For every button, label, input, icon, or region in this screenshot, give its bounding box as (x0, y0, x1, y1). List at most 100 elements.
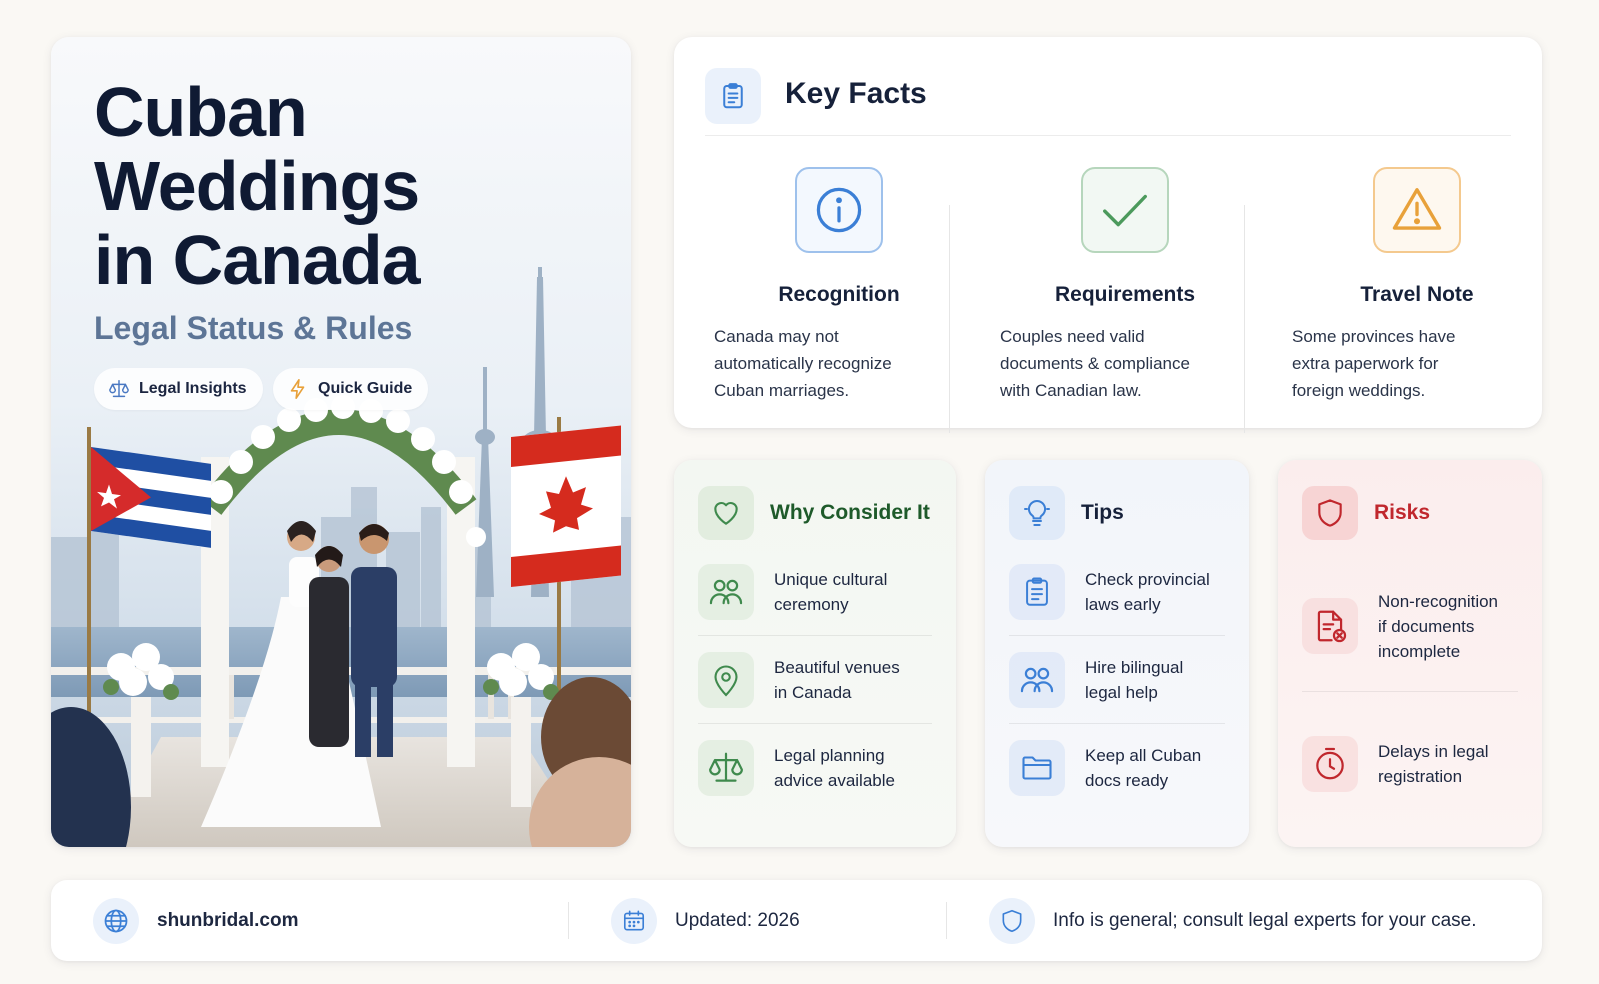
fact-name: Travel Note (1360, 283, 1474, 306)
list-item: Hire bilingual legal help (1009, 636, 1225, 724)
fact-desc-line: with Canadian law. (1000, 381, 1142, 400)
item-line: Legal planning (774, 746, 885, 765)
item-line: docs ready (1085, 771, 1169, 790)
list-item: Beautiful venues in Canada (698, 636, 932, 724)
item-line: laws early (1085, 595, 1161, 614)
item-line: ceremony (774, 595, 849, 614)
key-facts-card: Key Facts Recognition Canada may not aut… (674, 37, 1542, 433)
clipboard-icon (1009, 564, 1065, 620)
footer-bar: shunbridal.com Updated: 2026 Info is gen… (51, 880, 1542, 961)
divider (1302, 691, 1518, 692)
footer-disclaimer: Info is general; consult legal experts f… (989, 880, 1477, 961)
item-text: Non-recognition if documents incomplete (1378, 589, 1498, 664)
divider (1244, 205, 1245, 433)
warning-icon (1373, 167, 1461, 253)
fact-desc-line: automatically recognize (714, 354, 892, 373)
people-icon (698, 564, 754, 620)
fact-desc-line: documents & compliance (1000, 354, 1190, 373)
section-title: Risks (1374, 501, 1431, 524)
hero-card: Cuban Weddings in Canada Legal Status & … (51, 37, 631, 847)
info-icon (795, 167, 883, 253)
scales-icon (109, 380, 129, 398)
fact-description: Couples need valid documents & complianc… (990, 323, 1260, 404)
site-link[interactable]: shunbridal.com (157, 910, 298, 932)
list-item: Legal planning advice available (698, 724, 932, 812)
fact-travel-note: Travel Note Some provinces have extra pa… (1282, 167, 1552, 404)
item-line: advice available (774, 771, 895, 790)
item-text: Unique cultural ceremony (774, 567, 887, 617)
pill-label: Legal Insights (139, 380, 247, 397)
scales-icon (698, 740, 754, 796)
item-line: Beautiful venues (774, 658, 900, 677)
item-text: Check provincial laws early (1085, 567, 1210, 617)
item-line: Check provincial (1085, 570, 1210, 589)
footer-site[interactable]: shunbridal.com (93, 880, 298, 961)
section-header: Why Consider It (698, 486, 930, 540)
why-consider-card: Why Consider It Unique cultural ceremony… (674, 460, 956, 847)
item-line: Hire bilingual (1085, 658, 1184, 677)
hero-title-line: Weddings (94, 147, 420, 225)
fact-desc-line: Cuban marriages. (714, 381, 850, 400)
hero-subtitle: Legal Status & Rules (94, 310, 413, 346)
section-header: Tips (1009, 486, 1124, 540)
check-icon (1081, 167, 1169, 253)
section-header: Risks (1302, 486, 1430, 540)
heart-icon (698, 486, 754, 540)
item-line: in Canada (774, 683, 852, 702)
item-text: Hire bilingual legal help (1085, 655, 1183, 705)
item-text: Keep all Cuban docs ready (1085, 743, 1201, 793)
legal-insights-pill[interactable]: Legal Insights (94, 368, 263, 410)
fact-name: Requirements (1054, 283, 1196, 306)
divider (705, 135, 1511, 136)
fact-description: Some provinces have extra paperwork for … (1282, 323, 1552, 404)
quick-guide-pill[interactable]: Quick Guide (273, 368, 429, 410)
item-line: registration (1378, 767, 1463, 786)
item-text: Delays in legal registration (1378, 739, 1489, 789)
fact-desc-line: extra paperwork for (1292, 354, 1439, 373)
divider (946, 902, 947, 939)
item-line: Unique cultural (774, 570, 888, 589)
divider (949, 205, 950, 433)
list-item: Non-recognition if documents incomplete (1302, 560, 1518, 692)
footer-updated: Updated: 2026 (611, 880, 800, 961)
list-item: Check provincial laws early (1009, 548, 1225, 636)
fact-requirements: Requirements Couples need valid document… (990, 167, 1260, 404)
clipboard-icon (705, 68, 761, 124)
globe-icon (93, 897, 139, 944)
fact-desc-line: Couples need valid (1000, 327, 1145, 346)
section-title: Why Consider It (770, 501, 930, 524)
calendar-icon (611, 897, 657, 944)
tips-card: Tips Check provincial laws early Hire bi… (985, 460, 1249, 847)
item-line: incomplete (1378, 641, 1461, 661)
lightning-icon (290, 379, 305, 399)
item-line: Non-recognition (1378, 591, 1499, 611)
list-item: Keep all Cuban docs ready (1009, 724, 1225, 812)
fact-recognition: Recognition Canada may not automatically… (704, 167, 974, 404)
pill-label: Quick Guide (318, 380, 413, 397)
hero-title-line: Cuban (94, 73, 308, 151)
item-line: Keep all Cuban (1085, 746, 1202, 765)
list-item: Delays in legal registration (1302, 708, 1518, 820)
fact-desc-line: Canada may not (714, 327, 839, 346)
fact-desc-line: foreign weddings. (1292, 381, 1426, 400)
location-pin-icon (698, 652, 754, 708)
timer-icon (1302, 736, 1358, 792)
risks-card: Risks Non-recognition if documents incom… (1278, 460, 1542, 847)
folder-icon (1009, 740, 1065, 796)
item-text: Beautiful venues in Canada (774, 655, 900, 705)
lightbulb-icon (1009, 486, 1065, 540)
item-line: if documents (1378, 616, 1475, 636)
hero-title-line: in Canada (94, 221, 421, 299)
item-text: Legal planning advice available (774, 743, 895, 793)
list-item: Unique cultural ceremony (698, 548, 932, 636)
fact-name: Recognition (778, 283, 900, 306)
shield-icon (1302, 486, 1358, 540)
divider (568, 902, 569, 939)
shield-icon (989, 897, 1035, 944)
people-icon (1009, 652, 1065, 708)
item-line: legal help (1085, 683, 1158, 702)
section-title: Tips (1081, 501, 1124, 524)
hero-title: Cuban Weddings in Canada (94, 73, 421, 299)
key-facts-title: Key Facts (785, 77, 927, 110)
fact-desc-line: Some provinces have (1292, 327, 1456, 346)
